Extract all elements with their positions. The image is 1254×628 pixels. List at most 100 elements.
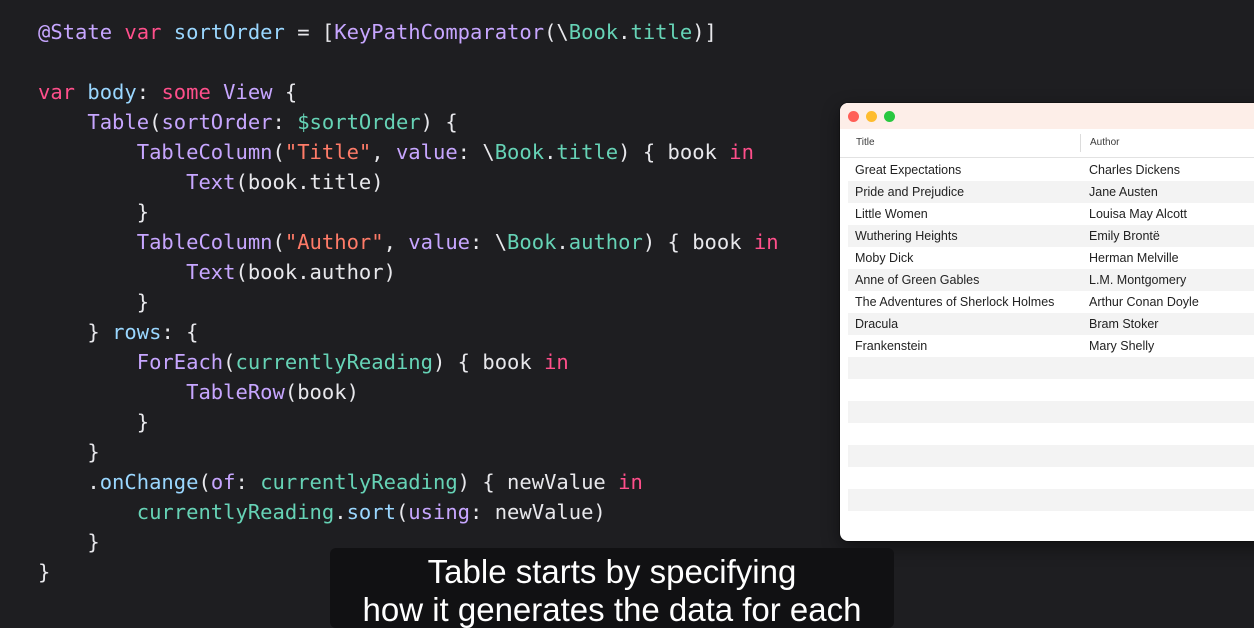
cell-title: Great Expectations bbox=[855, 163, 962, 177]
code-token: author bbox=[568, 230, 643, 254]
code-line: var body: some View { bbox=[38, 77, 779, 107]
code-token: ( bbox=[198, 470, 211, 494]
code-token: ) { bbox=[420, 110, 458, 134]
column-header-author[interactable]: Author bbox=[1090, 137, 1119, 148]
code-line: TableColumn("Title", value: \Book.title)… bbox=[38, 137, 779, 167]
code-token: "Author" bbox=[284, 230, 384, 254]
code-token: } bbox=[38, 320, 113, 344]
code-token: TableColumn bbox=[136, 230, 273, 254]
column-separator[interactable] bbox=[1080, 134, 1081, 152]
code-token: ( bbox=[272, 140, 285, 164]
code-token: in bbox=[544, 350, 569, 374]
code-token: "Title" bbox=[284, 140, 372, 164]
code-token: sortOrder bbox=[161, 110, 273, 134]
code-token: in bbox=[753, 230, 779, 254]
code-token: } bbox=[38, 200, 150, 224]
code-token: ( bbox=[223, 350, 236, 374]
code-token: } bbox=[38, 440, 100, 464]
code-token: var bbox=[38, 80, 88, 104]
cell-author: Bram Stoker bbox=[1089, 317, 1159, 331]
code-line: } rows: { bbox=[38, 317, 779, 347]
code-line: ForEach(currentlyReading) { book in bbox=[38, 347, 779, 377]
code-token: : bbox=[136, 80, 162, 104]
code-token: value bbox=[395, 140, 458, 164]
code-token: var bbox=[124, 20, 174, 44]
code-token: : { bbox=[161, 320, 199, 344]
code-token: Table bbox=[87, 110, 150, 134]
cell-title: Little Women bbox=[855, 207, 928, 221]
code-token: , bbox=[371, 140, 396, 164]
code-token: rows bbox=[112, 320, 162, 344]
cell-title: Wuthering Heights bbox=[855, 229, 958, 243]
code-token: = [ bbox=[284, 20, 335, 44]
code-token: . bbox=[556, 230, 569, 254]
table-row[interactable]: Moby Dick Herman Melville bbox=[848, 247, 1254, 269]
cell-title: Anne of Green Gables bbox=[855, 273, 980, 287]
code-token: @State bbox=[38, 20, 125, 44]
table-rows: Great Expectations Charles Dickens Pride a… bbox=[848, 159, 1254, 533]
code-token: currentlyReading bbox=[260, 470, 458, 494]
empty-table-row bbox=[848, 467, 1254, 489]
code-token: Book bbox=[568, 20, 619, 44]
code-line: } bbox=[38, 437, 779, 467]
code-token: )] bbox=[692, 20, 717, 44]
code-token: body bbox=[87, 80, 137, 104]
table-row[interactable]: Wuthering Heights Emily Brontë bbox=[848, 225, 1254, 247]
code-token: } bbox=[38, 290, 150, 314]
code-token: (book.title) bbox=[235, 170, 384, 194]
cell-author: L.M. Montgomery bbox=[1089, 273, 1187, 287]
code-line: Table(sortOrder: $sortOrder) { bbox=[38, 107, 779, 137]
code-token: } bbox=[38, 410, 150, 434]
code-token: } bbox=[38, 530, 100, 554]
zoom-window-button[interactable] bbox=[884, 111, 895, 122]
code-line: TableRow(book) bbox=[38, 377, 779, 407]
window-titlebar bbox=[840, 103, 1254, 129]
code-token: . bbox=[618, 20, 631, 44]
empty-table-row bbox=[848, 423, 1254, 445]
table-row[interactable]: The Adventures of Sherlock Holmes Arthur … bbox=[848, 291, 1254, 313]
column-header-title[interactable]: Title bbox=[856, 137, 875, 148]
code-token: TableRow bbox=[186, 380, 285, 404]
code-token: some bbox=[161, 80, 224, 104]
table-row[interactable]: Anne of Green Gables L.M. Montgomery bbox=[848, 269, 1254, 291]
cell-author: Louisa May Alcott bbox=[1089, 207, 1187, 221]
code-token: Book bbox=[494, 140, 545, 164]
code-line: @State var sortOrder = [KeyPathComparato… bbox=[38, 17, 779, 47]
cell-title: The Adventures of Sherlock Holmes bbox=[855, 295, 1055, 309]
code-token: ( bbox=[272, 230, 285, 254]
minimize-window-button[interactable] bbox=[866, 111, 877, 122]
empty-table-row bbox=[848, 489, 1254, 511]
table-row[interactable]: Great Expectations Charles Dickens bbox=[848, 159, 1254, 181]
code-token: of bbox=[210, 470, 236, 494]
code-editor: @State var sortOrder = [KeyPathComparato… bbox=[38, 17, 779, 587]
code-token: . bbox=[38, 470, 100, 494]
table-header: Title Author bbox=[840, 129, 1254, 158]
code-token: Book bbox=[507, 230, 557, 254]
code-token: Text bbox=[186, 260, 236, 284]
empty-table-row bbox=[848, 357, 1254, 379]
code-line: currentlyReading.sort(using: newValue) bbox=[38, 497, 779, 527]
code-token: ) { book bbox=[618, 140, 730, 164]
table-row[interactable]: Dracula Bram Stoker bbox=[848, 313, 1254, 335]
code-line: Text(book.author) bbox=[38, 257, 779, 287]
subtitle-caption: Table starts by specifying how it genera… bbox=[330, 548, 894, 628]
table-row[interactable]: Frankenstein Mary Shelly bbox=[848, 335, 1254, 357]
table-row[interactable]: Little Women Louisa May Alcott bbox=[848, 203, 1254, 225]
close-window-button[interactable] bbox=[848, 111, 859, 122]
code-token: ) { book bbox=[642, 230, 754, 254]
cell-title: Dracula bbox=[855, 317, 899, 331]
code-token: onChange bbox=[99, 470, 199, 494]
code-token: currentlyReading bbox=[235, 350, 433, 374]
empty-table-row bbox=[848, 379, 1254, 401]
code-token: . bbox=[544, 140, 557, 164]
cell-author: Emily Brontë bbox=[1089, 229, 1160, 243]
code-token: in bbox=[729, 140, 754, 164]
table-row[interactable]: Pride and Prejudice Jane Austen bbox=[848, 181, 1254, 203]
code-token: (book.author) bbox=[235, 260, 396, 284]
